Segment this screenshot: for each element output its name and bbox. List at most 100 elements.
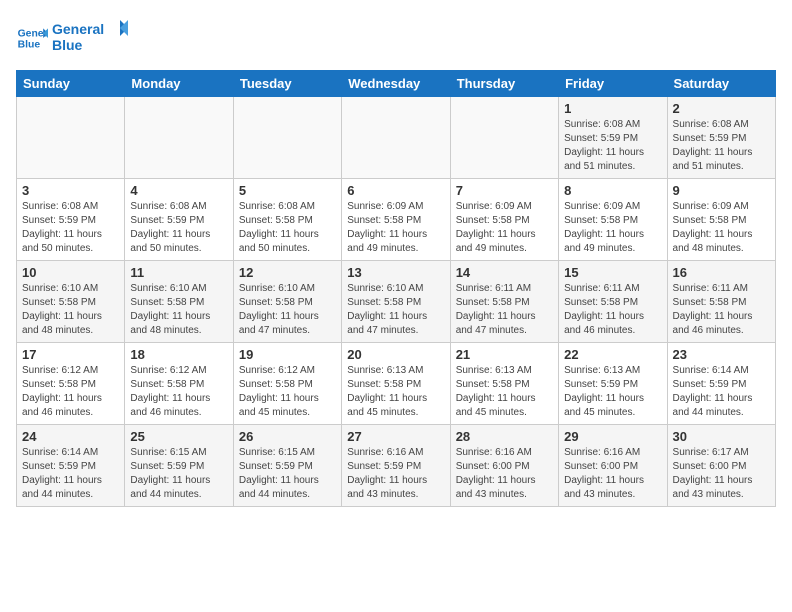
day-number: 1 [564, 101, 661, 116]
calendar-cell: 11 Sunrise: 6:10 AMSunset: 5:58 PMDayligh… [125, 261, 233, 343]
day-number: 18 [130, 347, 227, 362]
calendar-cell [17, 97, 125, 179]
day-number: 22 [564, 347, 661, 362]
day-number: 23 [673, 347, 770, 362]
calendar-week-5: 24Sunrise: 6:14 AMSunset: 5:59 PMDayligh… [17, 425, 776, 507]
calendar-cell: 30 Sunrise: 6:17 AMSunset: 6:00 PMDayligh… [667, 425, 775, 507]
day-info: Sunrise: 6:08 AMSunset: 5:59 PMDaylight:… [673, 118, 770, 174]
calendar-cell: 23 Sunrise: 6:14 AMSunset: 5:59 PMDayligh… [667, 343, 775, 425]
day-number: 11 [130, 265, 227, 280]
calendar-cell [233, 97, 341, 179]
day-number: 26 [239, 429, 336, 444]
calendar-cell: 8 Sunrise: 6:09 AMSunset: 5:58 PMDaylight… [559, 179, 667, 261]
day-number: 25 [130, 429, 227, 444]
day-number: 29 [564, 429, 661, 444]
day-number: 2 [673, 101, 770, 116]
day-info: Sunrise: 6:10 AMSunset: 5:58 PMDaylight:… [347, 282, 444, 338]
calendar-cell: 28Sunrise: 6:16 AMSunset: 6:00 PMDayligh… [450, 425, 558, 507]
svg-text:Blue: Blue [52, 37, 83, 53]
calendar-cell [125, 97, 233, 179]
day-info: Sunrise: 6:12 AMSunset: 5:58 PMDaylight:… [239, 364, 336, 420]
calendar-cell: 27 Sunrise: 6:16 AMSunset: 5:59 PMDayligh… [342, 425, 450, 507]
logo: General Blue General Blue [16, 16, 132, 60]
day-number: 27 [347, 429, 444, 444]
calendar-header-monday: Monday [125, 71, 233, 97]
calendar-header-thursday: Thursday [450, 71, 558, 97]
day-info: Sunrise: 6:09 AMSunset: 5:58 PMDaylight:… [564, 200, 661, 256]
calendar-header-tuesday: Tuesday [233, 71, 341, 97]
day-info: Sunrise: 6:12 AMSunset: 5:58 PMDaylight:… [22, 364, 119, 420]
day-info: Sunrise: 6:08 AMSunset: 5:58 PMDaylight:… [239, 200, 336, 256]
calendar-cell: 19 Sunrise: 6:12 AMSunset: 5:58 PMDayligh… [233, 343, 341, 425]
day-info: Sunrise: 6:10 AMSunset: 5:58 PMDaylight:… [22, 282, 119, 338]
calendar-cell: 25Sunrise: 6:15 AMSunset: 5:59 PMDayligh… [125, 425, 233, 507]
calendar-cell: 5Sunrise: 6:08 AMSunset: 5:58 PMDaylight… [233, 179, 341, 261]
calendar-cell: 20Sunrise: 6:13 AMSunset: 5:58 PMDayligh… [342, 343, 450, 425]
calendar-cell: 16 Sunrise: 6:11 AMSunset: 5:58 PMDayligh… [667, 261, 775, 343]
calendar-cell: 1 Sunrise: 6:08 AMSunset: 5:59 PMDaylight… [559, 97, 667, 179]
day-info: Sunrise: 6:16 AMSunset: 6:00 PMDaylight:… [564, 446, 661, 502]
day-info: Sunrise: 6:10 AMSunset: 5:58 PMDaylight:… [130, 282, 227, 338]
calendar-cell: 21Sunrise: 6:13 AMSunset: 5:58 PMDayligh… [450, 343, 558, 425]
calendar-cell: 7 Sunrise: 6:09 AMSunset: 5:58 PMDaylight… [450, 179, 558, 261]
day-number: 28 [456, 429, 553, 444]
general-blue-logo-icon: General Blue [16, 22, 48, 54]
day-info: Sunrise: 6:17 AMSunset: 6:00 PMDaylight:… [673, 446, 770, 502]
day-info: Sunrise: 6:13 AMSunset: 5:58 PMDaylight:… [347, 364, 444, 420]
calendar-cell: 6 Sunrise: 6:09 AMSunset: 5:58 PMDaylight… [342, 179, 450, 261]
day-number: 12 [239, 265, 336, 280]
day-number: 10 [22, 265, 119, 280]
calendar-week-1: 1 Sunrise: 6:08 AMSunset: 5:59 PMDaylight… [17, 97, 776, 179]
calendar-cell [342, 97, 450, 179]
calendar-cell: 2 Sunrise: 6:08 AMSunset: 5:59 PMDaylight… [667, 97, 775, 179]
calendar-week-2: 3 Sunrise: 6:08 AMSunset: 5:59 PMDaylight… [17, 179, 776, 261]
day-info: Sunrise: 6:09 AMSunset: 5:58 PMDaylight:… [456, 200, 553, 256]
day-info: Sunrise: 6:13 AMSunset: 5:59 PMDaylight:… [564, 364, 661, 420]
calendar-header-friday: Friday [559, 71, 667, 97]
day-number: 16 [673, 265, 770, 280]
calendar-cell: 12Sunrise: 6:10 AMSunset: 5:58 PMDayligh… [233, 261, 341, 343]
day-number: 13 [347, 265, 444, 280]
day-number: 8 [564, 183, 661, 198]
day-info: Sunrise: 6:09 AMSunset: 5:58 PMDaylight:… [347, 200, 444, 256]
calendar-header-saturday: Saturday [667, 71, 775, 97]
day-info: Sunrise: 6:08 AMSunset: 5:59 PMDaylight:… [130, 200, 227, 256]
day-info: Sunrise: 6:14 AMSunset: 5:59 PMDaylight:… [22, 446, 119, 502]
day-number: 19 [239, 347, 336, 362]
calendar-cell: 18 Sunrise: 6:12 AMSunset: 5:58 PMDayligh… [125, 343, 233, 425]
day-number: 6 [347, 183, 444, 198]
calendar-cell: 3 Sunrise: 6:08 AMSunset: 5:59 PMDaylight… [17, 179, 125, 261]
calendar-cell: 4Sunrise: 6:08 AMSunset: 5:59 PMDaylight… [125, 179, 233, 261]
calendar-cell: 24Sunrise: 6:14 AMSunset: 5:59 PMDayligh… [17, 425, 125, 507]
calendar-week-3: 10 Sunrise: 6:10 AMSunset: 5:58 PMDayligh… [17, 261, 776, 343]
calendar-cell [450, 97, 558, 179]
day-number: 30 [673, 429, 770, 444]
day-number: 3 [22, 183, 119, 198]
calendar-cell: 13 Sunrise: 6:10 AMSunset: 5:58 PMDayligh… [342, 261, 450, 343]
calendar-cell: 15Sunrise: 6:11 AMSunset: 5:58 PMDayligh… [559, 261, 667, 343]
day-number: 14 [456, 265, 553, 280]
calendar-cell: 26Sunrise: 6:15 AMSunset: 5:59 PMDayligh… [233, 425, 341, 507]
calendar-cell: 9 Sunrise: 6:09 AMSunset: 5:58 PMDaylight… [667, 179, 775, 261]
day-info: Sunrise: 6:09 AMSunset: 5:58 PMDaylight:… [673, 200, 770, 256]
day-number: 7 [456, 183, 553, 198]
day-info: Sunrise: 6:08 AMSunset: 5:59 PMDaylight:… [22, 200, 119, 256]
day-info: Sunrise: 6:08 AMSunset: 5:59 PMDaylight:… [564, 118, 661, 174]
calendar: SundayMondayTuesdayWednesdayThursdayFrid… [16, 70, 776, 507]
svg-text:Blue: Blue [18, 40, 41, 51]
calendar-week-4: 17Sunrise: 6:12 AMSunset: 5:58 PMDayligh… [17, 343, 776, 425]
header: General Blue General Blue [16, 16, 776, 60]
page: General Blue General Blue SundayM [0, 0, 792, 523]
day-info: Sunrise: 6:16 AMSunset: 5:59 PMDaylight:… [347, 446, 444, 502]
day-info: Sunrise: 6:11 AMSunset: 5:58 PMDaylight:… [673, 282, 770, 338]
day-info: Sunrise: 6:14 AMSunset: 5:59 PMDaylight:… [673, 364, 770, 420]
calendar-header-sunday: Sunday [17, 71, 125, 97]
calendar-cell: 14 Sunrise: 6:11 AMSunset: 5:58 PMDayligh… [450, 261, 558, 343]
day-info: Sunrise: 6:12 AMSunset: 5:58 PMDaylight:… [130, 364, 227, 420]
calendar-cell: 22 Sunrise: 6:13 AMSunset: 5:59 PMDayligh… [559, 343, 667, 425]
day-info: Sunrise: 6:11 AMSunset: 5:58 PMDaylight:… [456, 282, 553, 338]
calendar-header-wednesday: Wednesday [342, 71, 450, 97]
calendar-cell: 17Sunrise: 6:12 AMSunset: 5:58 PMDayligh… [17, 343, 125, 425]
day-number: 9 [673, 183, 770, 198]
day-info: Sunrise: 6:11 AMSunset: 5:58 PMDaylight:… [564, 282, 661, 338]
